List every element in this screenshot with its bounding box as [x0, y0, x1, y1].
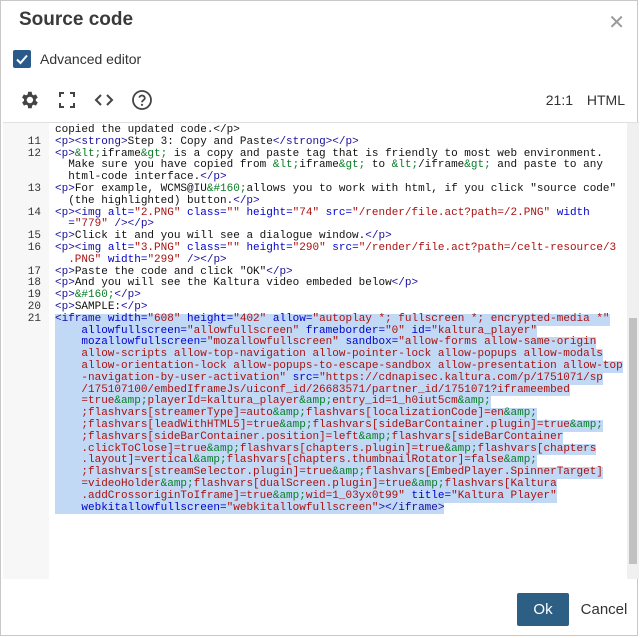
- cancel-button[interactable]: Cancel: [581, 593, 628, 626]
- dialog-title: Source code: [19, 9, 134, 30]
- editor-toolbar: 21:1 HTML: [1, 81, 639, 117]
- cursor-position: 21:1: [545, 92, 573, 108]
- line-number: 11: [27, 135, 41, 148]
- line-number: 13: [27, 183, 41, 195]
- line-number: 16: [27, 242, 41, 254]
- dialog-footer: Ok Cancel: [1, 583, 639, 637]
- advanced-editor-checkbox[interactable]: [13, 50, 31, 68]
- scrollbar-thumb[interactable]: [629, 318, 637, 564]
- line-number: 14: [27, 206, 41, 219]
- code-text: webkitallowfullscreen="webkitallowfullsc…: [55, 501, 445, 515]
- code-icon[interactable]: [93, 89, 115, 111]
- line-number: 21: [27, 312, 41, 325]
- gear-icon[interactable]: [18, 89, 40, 111]
- ok-button[interactable]: Ok: [517, 593, 569, 626]
- source-code-dialog: Source code ✕ Advanced editor 21:1 HTML …: [0, 0, 639, 637]
- line-number: 12: [27, 147, 41, 160]
- advanced-editor-label: Advanced editor: [40, 51, 142, 67]
- checkmark-icon: [16, 54, 28, 65]
- fullscreen-icon[interactable]: [56, 89, 78, 111]
- editor-mode: HTML: [586, 92, 625, 108]
- code-editor[interactable]: copied the updated code.</p> 11 <p><strong…: [3, 122, 639, 579]
- advanced-editor-toggle[interactable]: Advanced editor: [13, 48, 141, 70]
- vertical-scrollbar[interactable]: [627, 123, 639, 579]
- dialog-header: Source code ✕: [1, 1, 639, 41]
- help-icon[interactable]: [131, 89, 153, 111]
- code-line: webkitallowfullscreen="webkitallowfullsc…: [3, 501, 627, 515]
- close-icon[interactable]: ✕: [608, 10, 625, 35]
